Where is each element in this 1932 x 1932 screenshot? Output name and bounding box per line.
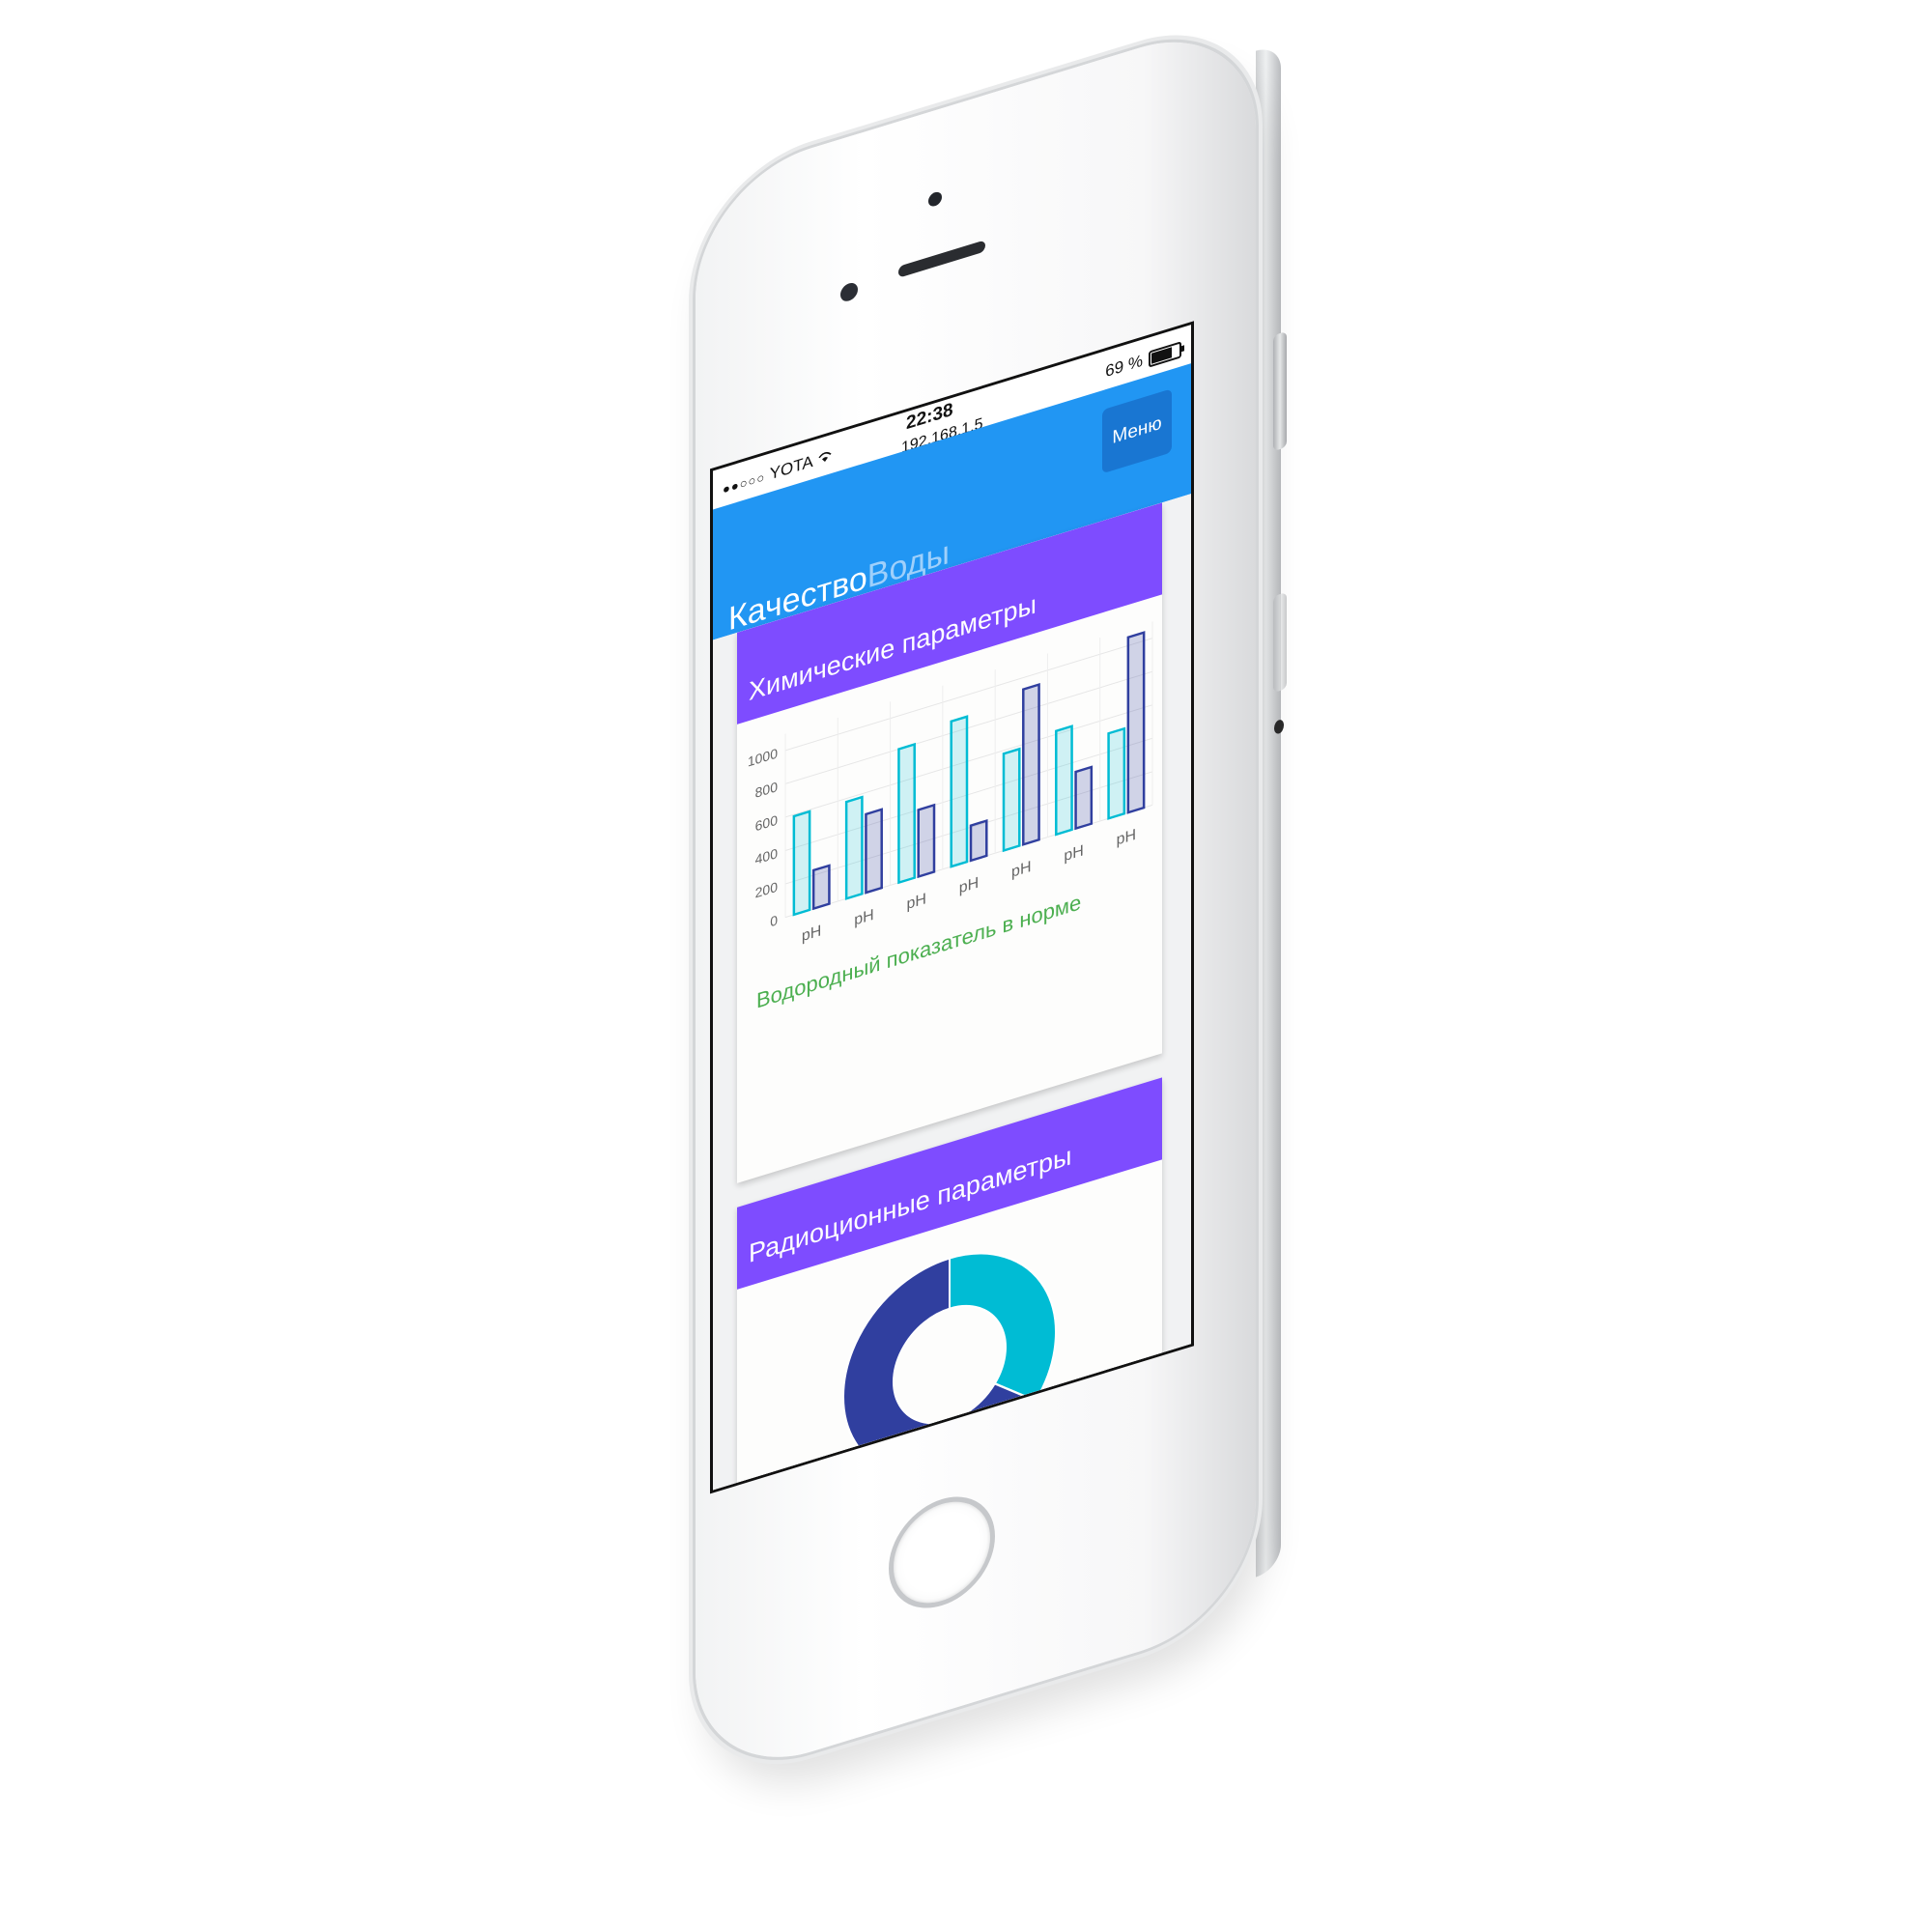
front-camera-icon — [928, 190, 942, 209]
phone-side-edge — [1256, 43, 1281, 1577]
bar — [969, 818, 988, 863]
gridline — [785, 804, 1152, 919]
y-tick-label: 600 — [755, 813, 778, 836]
wifi-icon — [817, 448, 833, 469]
x-tick-label: pH — [854, 906, 873, 929]
x-tick-label: pH — [1064, 841, 1083, 865]
bar — [844, 795, 864, 900]
y-tick-label: 800 — [755, 780, 778, 802]
bar — [950, 715, 969, 868]
bar — [1074, 765, 1094, 831]
earpiece-speaker — [898, 240, 985, 278]
carrier-name: YOTA — [769, 452, 812, 484]
signal-strength-icon: ●●○○○ — [723, 469, 766, 497]
sensor-icon — [840, 280, 858, 304]
bar — [1107, 726, 1126, 820]
bar — [1002, 747, 1021, 853]
menu-button[interactable]: Меню — [1102, 388, 1172, 474]
radiation-donut-chart — [842, 1252, 1057, 1477]
y-tick-label: 400 — [755, 846, 778, 868]
phone-mockup: ●●○○○ YOTA 22:38 192.168.1.5 69 % Качест… — [696, 12, 1287, 1788]
x-tick-label: pH — [1117, 826, 1136, 849]
side-button — [1273, 591, 1287, 694]
battery-percent: 69 % — [1105, 351, 1143, 382]
phone-body: ●●○○○ YOTA 22:38 192.168.1.5 69 % Качест… — [696, 12, 1256, 1788]
bar — [792, 810, 811, 917]
phone-screen: ●●○○○ YOTA 22:38 192.168.1.5 69 % Качест… — [710, 321, 1194, 1494]
gridline — [785, 771, 1152, 885]
page-content: Химические параметры 0 200 400 600 800 1000 pH… — [713, 494, 1191, 1494]
x-tick-label: pH — [802, 922, 821, 945]
bar — [917, 803, 936, 879]
x-tick-label: pH — [906, 890, 925, 913]
bar — [1022, 683, 1040, 846]
y-tick-label: 0 — [770, 913, 778, 930]
x-tick-label: pH — [959, 874, 979, 897]
x-tick-label: pH — [1011, 858, 1031, 881]
battery-icon — [1149, 340, 1181, 368]
bar — [1055, 724, 1073, 837]
home-button[interactable] — [889, 1483, 995, 1622]
gridline — [785, 704, 1152, 818]
volume-button — [1273, 330, 1287, 452]
side-hole — [1274, 718, 1284, 735]
bar — [865, 808, 883, 895]
y-tick-label: 200 — [755, 880, 778, 902]
y-tick-label: 1000 — [748, 747, 778, 771]
gridline — [785, 737, 1152, 851]
bar — [811, 864, 831, 911]
bar — [897, 742, 916, 885]
bar — [1126, 631, 1146, 814]
